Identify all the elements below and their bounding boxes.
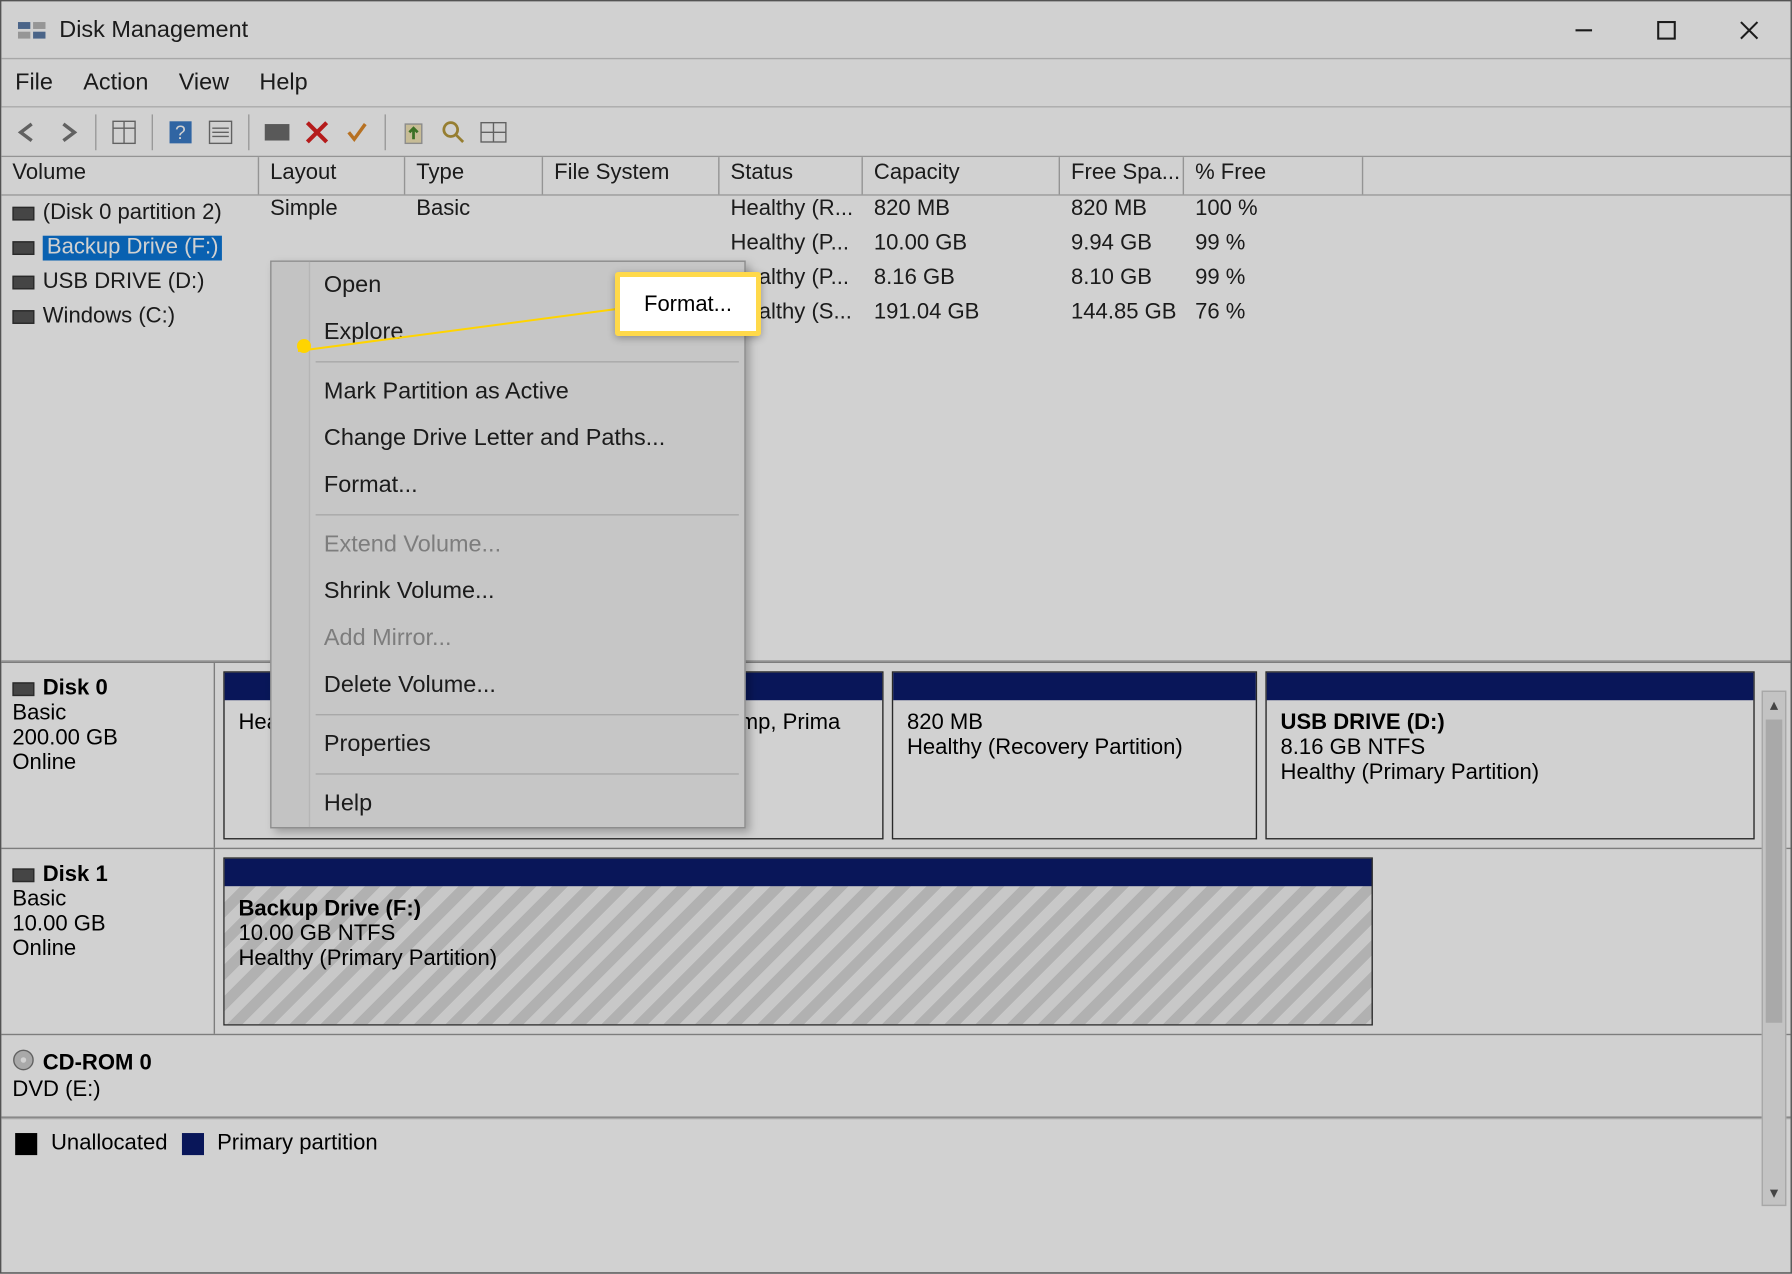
disk-glyph-icon[interactable] — [262, 116, 292, 146]
scroll-thumb[interactable] — [1766, 720, 1783, 1023]
menu-view[interactable]: View — [179, 69, 229, 97]
delete-icon[interactable] — [302, 116, 332, 146]
legend-primary-swatch — [181, 1132, 203, 1154]
table-row[interactable]: Backup Drive (F:)Healthy (P...10.00 GB9.… — [1, 230, 1790, 264]
col-capacity[interactable]: Capacity — [863, 157, 1060, 194]
grid-icon[interactable] — [478, 116, 508, 146]
disk-panel: Disk 1 Basic 10.00 GB Online Backup Driv… — [1, 849, 1790, 1035]
column-headers: Volume Layout Type File System Status Ca… — [1, 157, 1790, 196]
callout-highlight: Format... — [615, 272, 761, 336]
table-row[interactable]: (Disk 0 partition 2)SimpleBasicHealthy (… — [1, 196, 1790, 230]
callout-dot — [297, 339, 311, 353]
volume-icon — [12, 241, 34, 255]
search-icon[interactable] — [438, 116, 468, 146]
scroll-up-button[interactable]: ▴ — [1763, 692, 1785, 717]
maximize-button[interactable] — [1625, 1, 1708, 59]
legend-primary-label: Primary partition — [217, 1131, 378, 1156]
forward-button[interactable] — [52, 116, 82, 146]
partition-box[interactable]: 820 MBHealthy (Recovery Partition) — [892, 671, 1257, 839]
help-icon[interactable]: ? — [165, 116, 195, 146]
menu-help[interactable]: Help — [259, 69, 307, 97]
callout-label: Format... — [644, 291, 732, 316]
partition-box[interactable]: Backup Drive (F:)10.00 GB NTFSHealthy (P… — [223, 857, 1373, 1025]
check-icon[interactable] — [342, 116, 372, 146]
volume-icon — [12, 309, 34, 323]
context-menu-item[interactable]: Mark Partition as Active — [272, 368, 745, 415]
legend: Unallocated Primary partition — [1, 1118, 1790, 1168]
list-icon[interactable] — [205, 116, 235, 146]
context-menu-item[interactable]: Format... — [272, 462, 745, 509]
col-layout[interactable]: Layout — [259, 157, 405, 194]
context-menu-item: Add Mirror... — [272, 615, 745, 662]
col-status[interactable]: Status — [720, 157, 863, 194]
table-icon[interactable] — [109, 116, 139, 146]
disk-label[interactable]: CD-ROM 0 DVD (E:) — [1, 1035, 215, 1116]
col-type[interactable]: Type — [405, 157, 543, 194]
disk-panel: CD-ROM 0 DVD (E:) — [1, 1035, 1790, 1118]
disk-label[interactable]: Disk 1 Basic 10.00 GB Online — [1, 849, 215, 1034]
window: Disk Management File Action View Help ? … — [0, 0, 1792, 1274]
disk-label[interactable]: Disk 0 Basic 200.00 GB Online — [1, 663, 215, 848]
volume-icon — [12, 206, 34, 220]
close-button[interactable] — [1708, 1, 1791, 59]
context-menu-item[interactable]: Properties — [272, 721, 745, 768]
disk-partitions: Backup Drive (F:)10.00 GB NTFSHealthy (P… — [215, 849, 1791, 1034]
col-volume[interactable]: Volume — [1, 157, 259, 194]
window-title: Disk Management — [59, 16, 248, 44]
context-menu-item[interactable]: Change Drive Letter and Paths... — [272, 415, 745, 462]
context-menu-item[interactable]: Shrink Volume... — [272, 568, 745, 615]
toolbar: ? — [1, 108, 1790, 158]
col-pctfree[interactable]: % Free — [1184, 157, 1363, 194]
volume-icon — [12, 275, 34, 289]
minimize-button[interactable] — [1542, 1, 1625, 59]
context-menu-item[interactable]: Help — [272, 780, 745, 827]
back-button[interactable] — [12, 116, 42, 146]
menu-file[interactable]: File — [15, 69, 53, 97]
app-icon — [18, 19, 46, 41]
col-free[interactable]: Free Spa... — [1060, 157, 1184, 194]
menu-bar: File Action View Help — [1, 59, 1790, 107]
cdrom-icon — [12, 1049, 34, 1078]
partition-box[interactable]: USB DRIVE (D:)8.16 GB NTFSHealthy (Prima… — [1265, 671, 1754, 839]
scroll-down-button[interactable]: ▾ — [1763, 1180, 1785, 1205]
page-up-icon[interactable] — [398, 116, 428, 146]
vertical-scrollbar[interactable]: ▴ ▾ — [1762, 691, 1787, 1207]
legend-unallocated-label: Unallocated — [51, 1131, 167, 1156]
menu-action[interactable]: Action — [83, 69, 148, 97]
disk-icon — [12, 682, 34, 696]
context-menu-item: Extend Volume... — [272, 521, 745, 568]
col-filesystem[interactable]: File System — [543, 157, 719, 194]
context-menu-item[interactable]: Delete Volume... — [272, 662, 745, 709]
title-bar: Disk Management — [1, 1, 1790, 59]
legend-unallocated-swatch — [15, 1132, 37, 1154]
disk-icon — [12, 868, 34, 882]
window-controls — [1542, 1, 1790, 59]
svg-text:?: ? — [175, 123, 186, 144]
